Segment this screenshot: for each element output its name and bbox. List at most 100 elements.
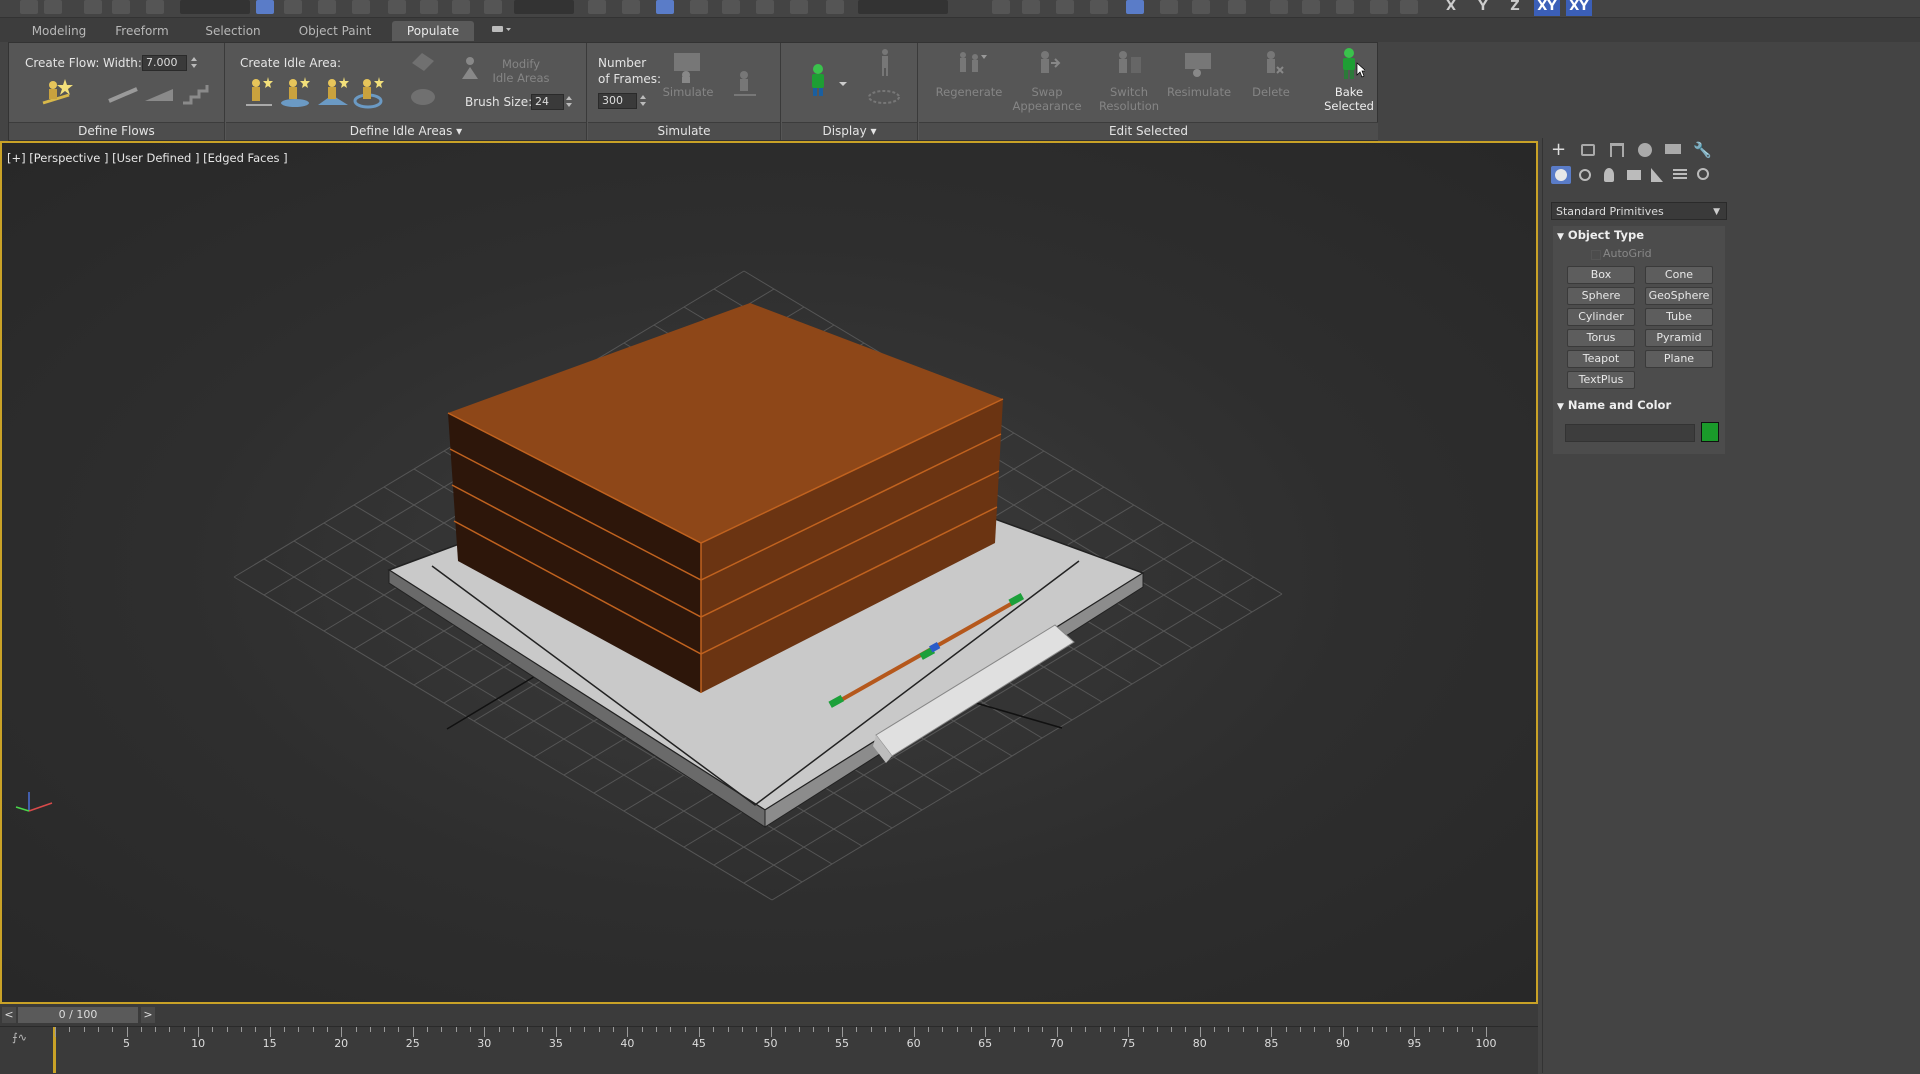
mirror-icon[interactable] [992,0,1010,14]
idle-area-shape-icon[interactable] [316,75,350,112]
a360-gallery-icon[interactable] [1400,0,1418,14]
move-icon[interactable] [388,0,406,14]
utilities-tab-icon[interactable]: 🔧 [1693,141,1712,159]
object-color-swatch[interactable] [1701,422,1719,442]
axis-z-button[interactable]: Z [1502,0,1528,16]
tab-modeling[interactable]: Modeling [26,21,92,41]
autogrid-checkbox[interactable] [1591,250,1601,260]
width-spinner-arrows[interactable] [190,56,199,70]
time-slider-thumb[interactable]: 0 / 100 [18,1007,138,1023]
box-button[interactable]: Box [1567,266,1635,284]
rectangular-region-icon[interactable] [318,0,336,14]
render-cloud-icon[interactable] [1370,0,1388,14]
angle-snap-icon[interactable] [722,0,740,14]
plane-button[interactable]: Plane [1645,350,1713,368]
create-flow-icon[interactable] [39,75,77,112]
tab-freeform[interactable]: Freeform [110,21,174,41]
material-editor-icon[interactable] [1228,0,1246,14]
unlink-icon[interactable] [112,0,130,14]
flow-stairs-icon[interactable] [181,81,213,110]
define-idle-areas-footer[interactable]: Define Idle Areas ▾ [226,122,586,140]
subtract-idle-area-icon[interactable] [408,83,438,114]
geometry-category-icon[interactable] [1551,166,1571,184]
lights-category-icon[interactable] [1604,168,1614,182]
teapot-button[interactable]: Teapot [1567,350,1635,368]
window-crossing-icon[interactable] [352,0,370,14]
axis-xy-cycle-button[interactable]: XY [1566,0,1592,16]
modify-idle-areas-button[interactable]: Modify Idle Areas [488,57,554,85]
link-icon[interactable] [84,0,102,14]
simulate-icon[interactable] [672,49,704,86]
display-appearance-icon[interactable] [804,63,834,100]
simulate-button[interactable]: Simulate [662,85,714,99]
idle-area-point-icon[interactable] [242,75,276,112]
frames-spinner[interactable]: 300 [598,93,637,109]
hierarchy-tab-icon[interactable] [1610,143,1624,157]
create-ramp-icon[interactable] [143,83,177,108]
switch-resolution-icon[interactable] [1113,49,1145,82]
reference-coordinate-dropdown[interactable] [514,0,574,14]
tube-button[interactable]: Tube [1645,308,1713,326]
keyboard-shortcut-override-icon[interactable] [656,0,674,14]
object-name-field[interactable] [1565,424,1695,442]
pyramid-button[interactable]: Pyramid [1645,329,1713,347]
time-slider-prev-button[interactable]: < [2,1007,16,1023]
object-type-rollout-header[interactable]: ▼ Object Type [1553,226,1725,244]
systems-category-icon[interactable] [1697,168,1709,180]
select-object-icon[interactable] [256,0,274,14]
toggle-scene-explorer-icon[interactable] [1056,0,1074,14]
swap-appearance-icon[interactable] [1033,49,1063,82]
add-idle-area-icon[interactable] [408,49,438,78]
switch-resolution-button[interactable]: Switch Resolution [1093,85,1165,113]
torus-button[interactable]: Torus [1567,329,1635,347]
align-icon[interactable] [1022,0,1040,14]
brush-size-spinner-arrows[interactable] [565,95,574,109]
delete-button[interactable]: Delete [1241,85,1301,99]
idle-area-circle-icon[interactable] [279,75,313,112]
display-pedestrian-icon[interactable] [876,47,894,84]
time-slider-next-button[interactable]: > [141,1007,155,1023]
tab-populate[interactable]: Populate [392,21,474,41]
selection-filter-dropdown[interactable] [180,0,250,14]
idle-area-free-icon[interactable] [352,75,386,112]
primitive-category-dropdown[interactable]: Standard Primitives ▼ [1551,202,1727,220]
pivot-center-icon[interactable] [588,0,606,14]
axis-xy-button[interactable]: XY [1534,0,1560,16]
tab-object-paint[interactable]: Object Paint [294,21,376,41]
geosphere-button[interactable]: GeoSphere [1645,287,1713,305]
display-tab-icon[interactable] [1665,144,1681,154]
cylinder-button[interactable]: Cylinder [1567,308,1635,326]
create-tab-icon[interactable]: + [1551,141,1566,159]
regenerate-button[interactable]: Regenerate [933,85,1005,99]
simulate-cancel-icon[interactable] [730,67,760,104]
rendered-frame-window-icon[interactable] [1302,0,1320,14]
snaps-toggle-icon[interactable] [690,0,708,14]
perspective-viewport[interactable]: [+] [Perspective ] [User Defined ] [Edge… [0,141,1538,1004]
swap-appearance-button[interactable]: Swap Appearance [1011,85,1083,113]
delete-icon[interactable] [1259,49,1285,82]
axis-x-button[interactable]: X [1438,0,1464,16]
cameras-category-icon[interactable] [1627,170,1641,180]
frames-spinner-arrows[interactable] [639,94,648,108]
brush-size-spinner[interactable]: 24 [531,94,564,110]
bake-selected-icon[interactable] [1337,47,1367,84]
textplus-button[interactable]: TextPlus [1567,371,1635,389]
ribbon-options-icon[interactable] [486,21,516,41]
curve-editor-icon[interactable] [1160,0,1178,14]
space-warps-category-icon[interactable] [1673,169,1687,171]
name-and-color-rollout-header[interactable]: ▼ Name and Color [1553,396,1725,414]
schematic-view-icon[interactable] [1192,0,1210,14]
rotate-icon[interactable] [420,0,438,14]
undo-icon[interactable] [20,0,38,14]
shapes-category-icon[interactable] [1579,169,1591,181]
edit-named-selection-icon[interactable] [826,0,844,14]
toggle-layer-explorer-icon[interactable] [1090,0,1108,14]
cone-button[interactable]: Cone [1645,266,1713,284]
named-selection-sets-dropdown[interactable] [858,0,948,14]
select-manipulate-icon[interactable] [622,0,640,14]
resimulate-icon[interactable] [1183,49,1215,82]
create-flow-segment-icon[interactable] [107,83,141,108]
display-idle-areas-icon[interactable] [866,87,902,110]
helpers-category-icon[interactable] [1651,168,1663,182]
select-by-name-icon[interactable] [284,0,302,14]
